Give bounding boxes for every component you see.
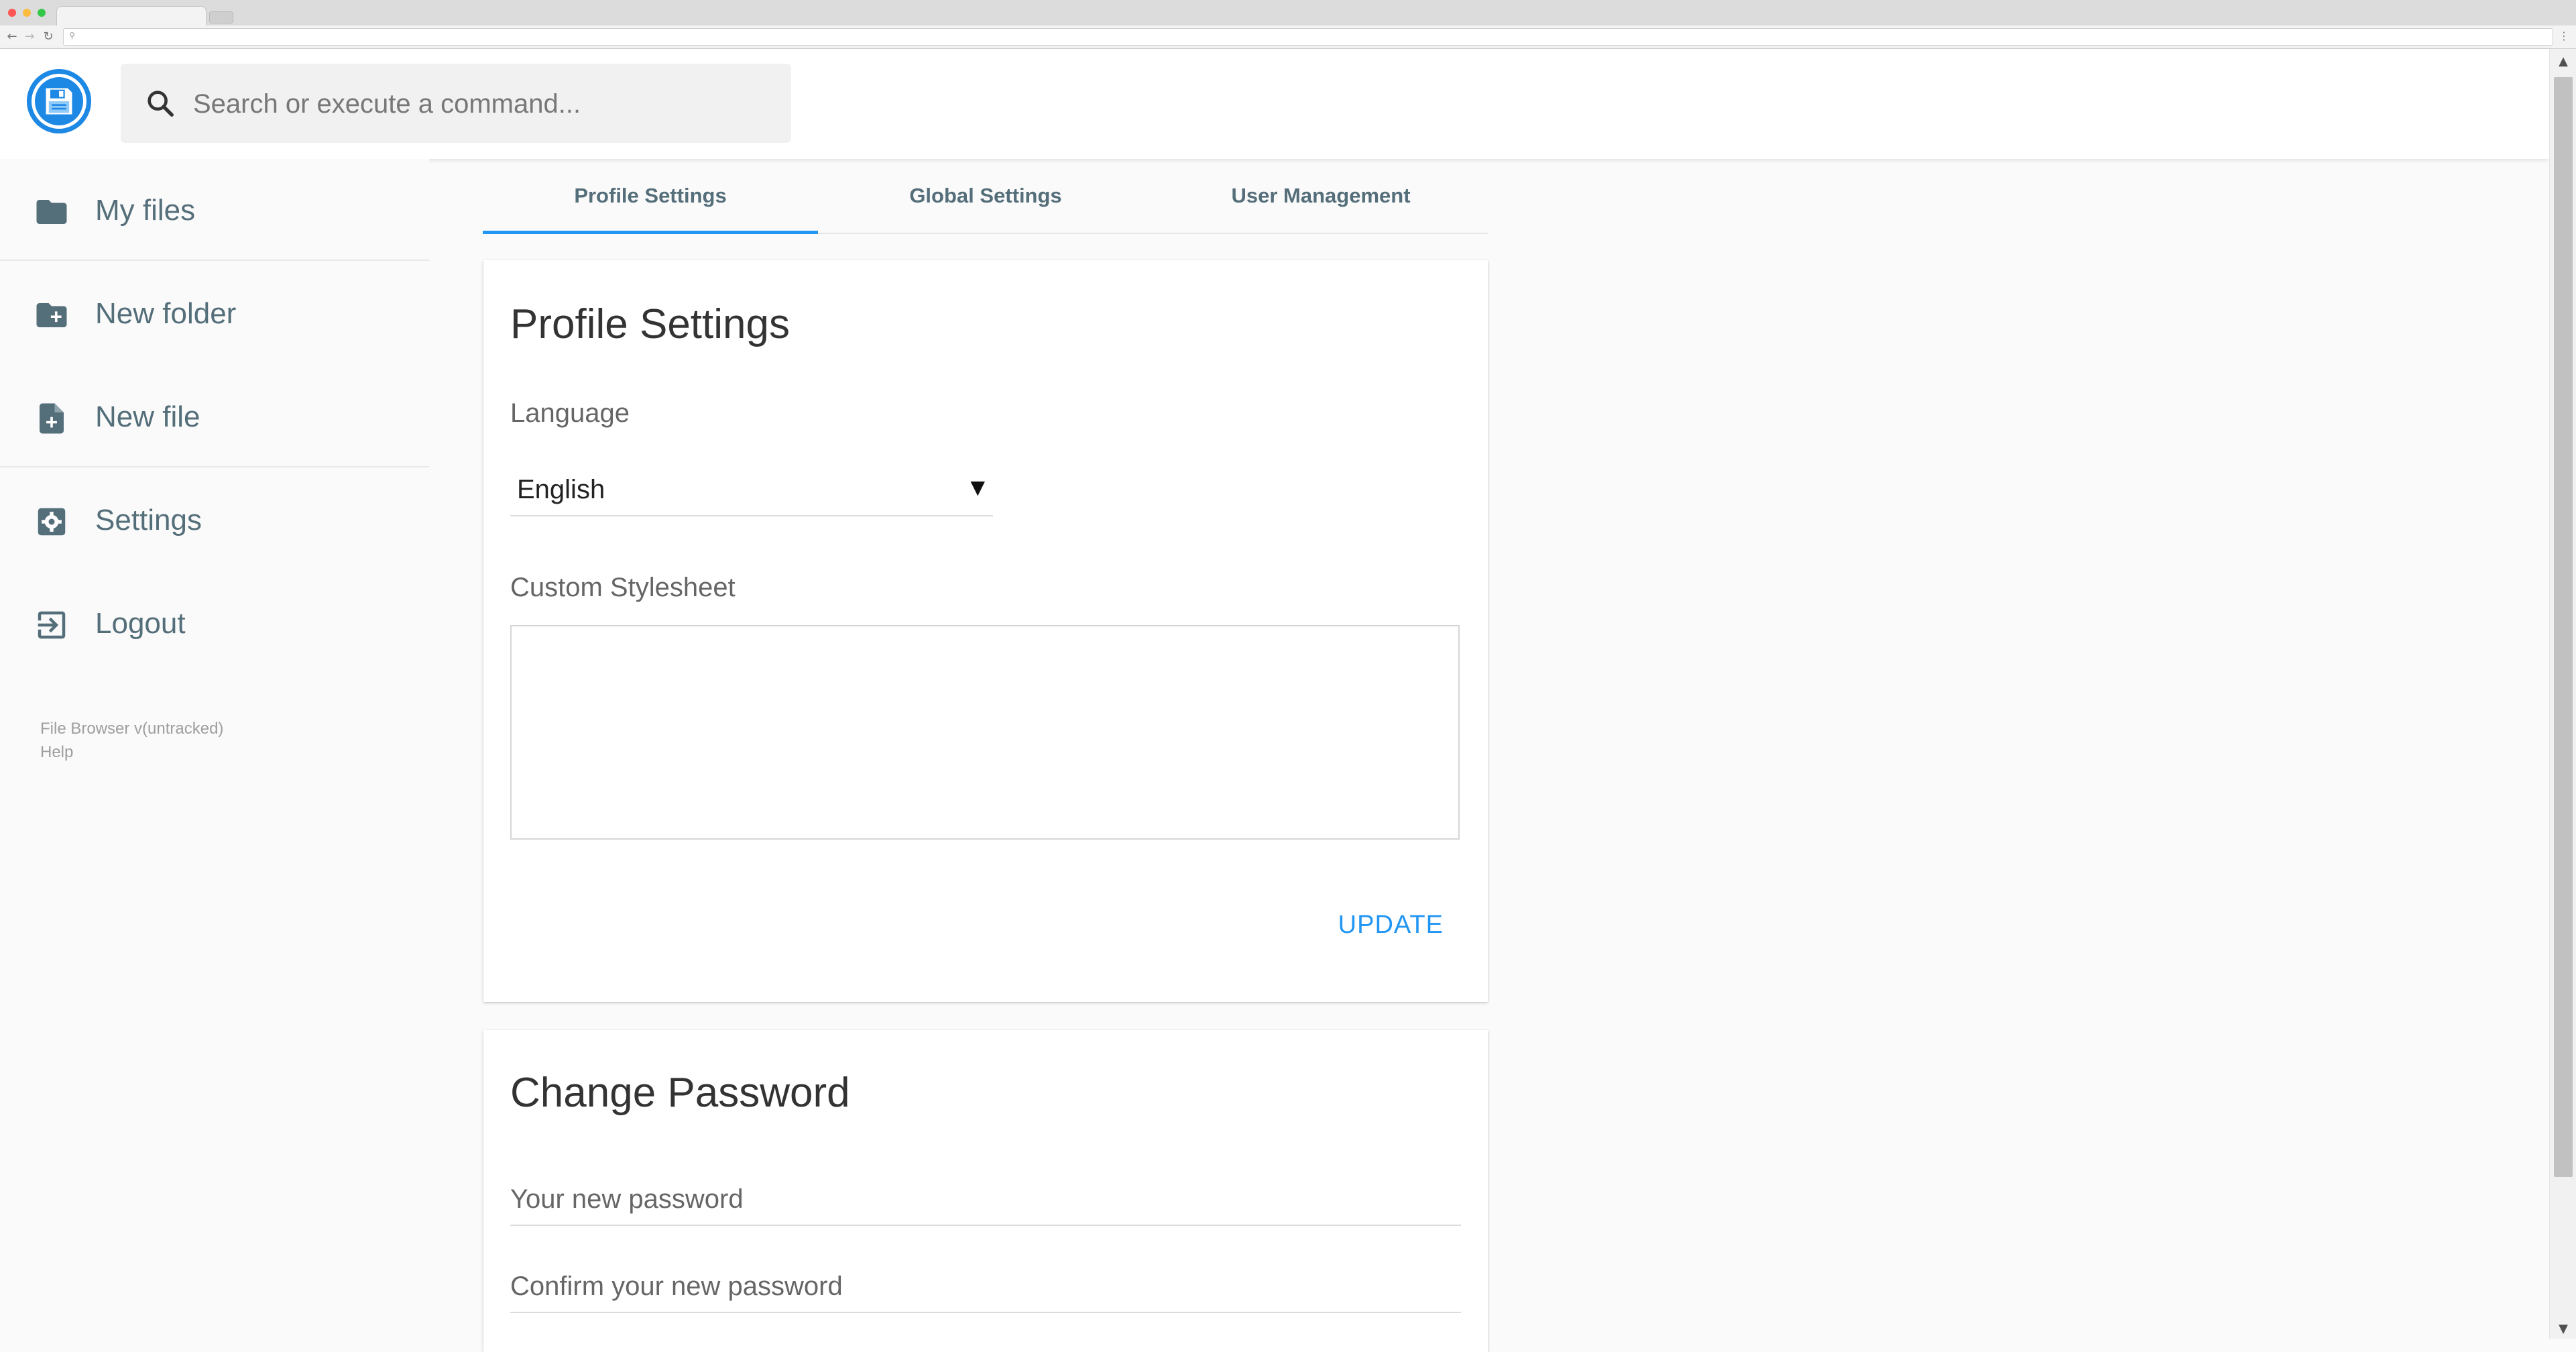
- sidebar-item-label: New file: [95, 400, 200, 433]
- file-add-icon: [40, 403, 64, 434]
- sidebar-item-label: Settings: [95, 504, 202, 537]
- window-minimize-button[interactable]: [23, 9, 31, 17]
- search-input[interactable]: [192, 80, 771, 128]
- profile-settings-card: Profile Settings Language English ▼ Cust…: [483, 260, 1488, 1002]
- scroll-up-arrow-icon[interactable]: ▲: [2550, 54, 2576, 68]
- change-password-card: Change Password: [483, 1030, 1488, 1352]
- browser-tab-strip: [0, 0, 2576, 27]
- sidebar-item-label: New folder: [95, 297, 237, 330]
- browser-menu-icon[interactable]: ⋮: [2559, 30, 2569, 42]
- sidebar-item-label: My files: [95, 194, 196, 227]
- settings-icon: [38, 508, 66, 536]
- address-search-icon: ⚲: [69, 31, 75, 40]
- scrollbar-thumb[interactable]: [2554, 77, 2573, 1177]
- back-arrow-icon[interactable]: ←: [5, 30, 19, 44]
- tab-user-management[interactable]: User Management: [1153, 159, 1488, 233]
- app-header: [0, 49, 2549, 159]
- folder-add-icon: [36, 303, 67, 327]
- scroll-down-arrow-icon[interactable]: ▼: [2550, 1322, 2576, 1336]
- logout-icon: [38, 611, 66, 639]
- custom-stylesheet-label: Custom Stylesheet: [510, 573, 736, 602]
- version-text: File Browser v(untracked): [40, 720, 224, 738]
- update-button[interactable]: UPDATE: [1338, 911, 1444, 940]
- search-box[interactable]: [121, 64, 791, 143]
- language-selected-value: English: [517, 475, 605, 504]
- settings-tabs: Profile Settings Global Settings User Ma…: [483, 159, 1488, 234]
- sidebar: My files New folder New file Settings Lo…: [0, 159, 429, 1339]
- sidebar-item-logout[interactable]: Logout: [0, 587, 429, 661]
- app-logo[interactable]: [27, 69, 91, 133]
- sidebar-divider: [0, 466, 429, 467]
- caret-down-icon: ▼: [970, 476, 985, 498]
- sidebar-divider: [0, 260, 429, 261]
- custom-stylesheet-textarea[interactable]: [510, 625, 1460, 840]
- forward-arrow-icon[interactable]: →: [23, 30, 36, 44]
- new-password-input[interactable]: [510, 1174, 1461, 1226]
- tab-global-settings[interactable]: Global Settings: [818, 159, 1153, 233]
- sidebar-item-new-folder[interactable]: New folder: [0, 277, 429, 351]
- sidebar-item-settings[interactable]: Settings: [0, 484, 429, 557]
- folder-icon: [36, 200, 67, 224]
- reload-icon[interactable]: ↻: [42, 30, 55, 44]
- floppy-disk-icon: [46, 88, 72, 115]
- page-scrollbar[interactable]: ▲ ▼: [2549, 49, 2576, 1339]
- credits: File Browser v(untracked) Help: [40, 717, 223, 764]
- card-title: Change Password: [510, 1070, 850, 1116]
- browser-toolbar: ← → ↻ ⚲ ⋮: [0, 25, 2576, 49]
- browser-tab[interactable]: [56, 6, 207, 27]
- confirm-password-input[interactable]: [510, 1261, 1461, 1313]
- sidebar-item-my-files[interactable]: My files: [0, 174, 429, 247]
- help-link[interactable]: Help: [40, 740, 223, 764]
- language-label: Language: [510, 398, 630, 428]
- sidebar-item-new-file[interactable]: New file: [0, 380, 429, 454]
- window-close-button[interactable]: [8, 9, 16, 17]
- sidebar-item-label: Logout: [95, 607, 186, 640]
- card-title: Profile Settings: [510, 301, 790, 347]
- search-icon: [148, 91, 174, 117]
- language-select[interactable]: English ▼: [510, 461, 993, 516]
- address-bar[interactable]: ⚲: [63, 28, 2553, 46]
- window-maximize-button[interactable]: [38, 9, 46, 17]
- new-tab-button[interactable]: [209, 11, 233, 23]
- tab-profile-settings[interactable]: Profile Settings: [483, 159, 818, 234]
